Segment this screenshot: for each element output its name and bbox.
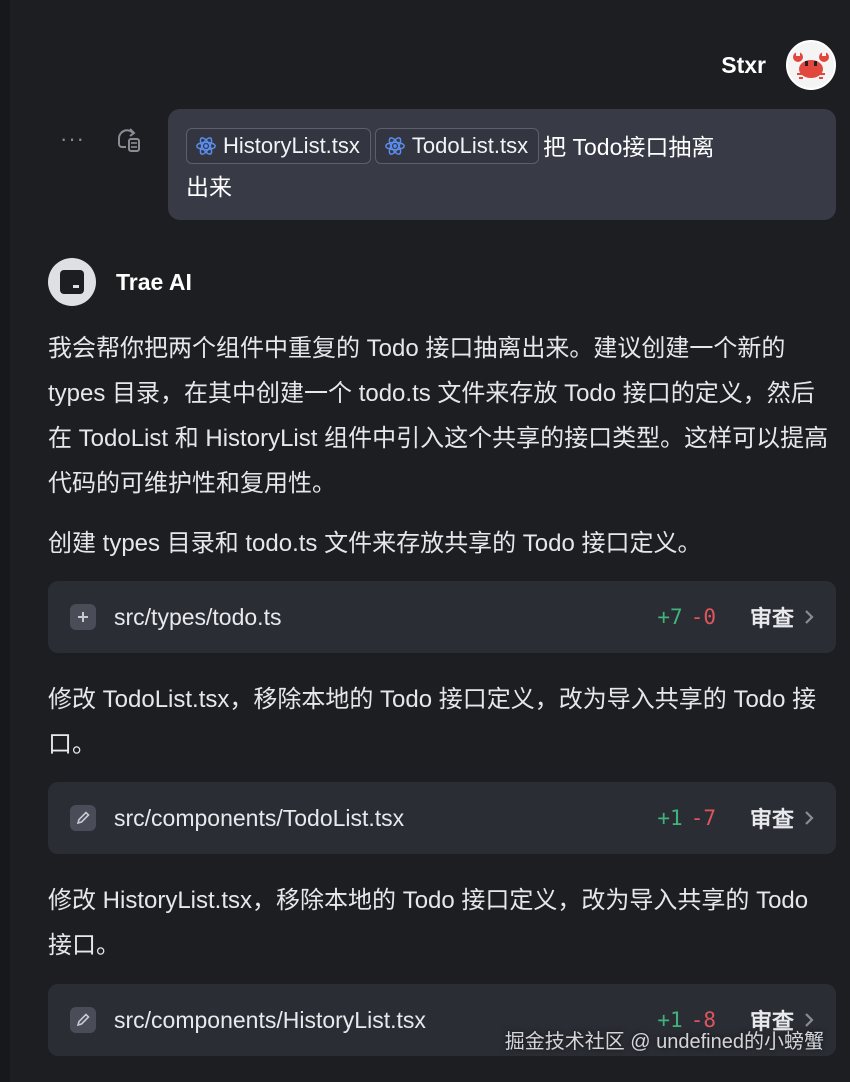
scroll-gutter	[0, 0, 10, 1082]
diff-stats: +1 -7	[657, 806, 716, 830]
message-text-line2: 出来	[186, 174, 232, 200]
plus-icon	[70, 604, 96, 630]
file-path: src/components/TodoList.tsx	[114, 804, 405, 831]
lines-removed: -0	[690, 605, 716, 629]
step-description: 修改 TodoList.tsx，移除本地的 Todo 接口定义，改为导入共享的 …	[48, 686, 817, 758]
file-chip-historylist[interactable]: HistoryList.tsx	[186, 128, 371, 164]
file-chip-label: HistoryList.tsx	[223, 133, 360, 158]
file-chip-todolist[interactable]: TodoList.tsx	[374, 128, 540, 164]
assistant-name: Trae AI	[116, 268, 192, 295]
user-message-bubble: HistoryList.tsx TodoList.tsx 把 Todo接口抽离 …	[168, 109, 836, 220]
chat-panel: Stxr ··· HistoryList.tsx TodoList.tsx 把 …	[0, 0, 850, 1082]
crab-icon	[793, 52, 829, 79]
assistant-header: Trae AI	[48, 258, 192, 306]
trae-logo-icon	[48, 258, 96, 306]
review-label: 审查	[749, 606, 794, 631]
review-button[interactable]: 审查	[750, 802, 816, 834]
message-text-line1: 把 Todo接口抽离	[543, 134, 715, 160]
file-path: src/types/todo.ts	[114, 603, 282, 630]
react-icon	[196, 137, 216, 155]
lines-removed: -7	[690, 806, 716, 830]
file-change-card[interactable]: src/components/TodoList.tsx +1 -7 审查	[48, 782, 836, 854]
react-icon	[385, 137, 405, 155]
user-header: Stxr	[721, 40, 836, 90]
pencil-icon	[70, 805, 96, 831]
diff-stats: +7 -0	[657, 605, 716, 629]
file-chip-label: TodoList.tsx	[411, 133, 529, 158]
step-description: 修改 HistoryList.tsx，移除本地的 Todo 接口定义，改为导入共…	[48, 887, 809, 959]
review-button[interactable]: 审查	[750, 601, 816, 633]
ellipsis-icon[interactable]: ···	[60, 126, 85, 152]
chevron-right-icon	[805, 610, 814, 624]
file-change-card[interactable]: src/types/todo.ts +7 -0 审查	[48, 581, 836, 653]
review-label: 审查	[749, 807, 794, 832]
lines-added: +1	[657, 806, 683, 830]
assistant-intro: 我会帮你把两个组件中重复的 Todo 接口抽离出来。建议创建一个新的 types…	[48, 335, 829, 497]
resend-icon[interactable]	[113, 124, 143, 154]
watermark: 掘金技术社区 @ undefined的小螃蟹	[504, 1031, 824, 1053]
message-actions: ···	[60, 124, 143, 154]
user-avatar[interactable]	[786, 40, 836, 90]
user-name: Stxr	[721, 51, 766, 78]
pencil-icon	[70, 1007, 96, 1033]
lines-added: +7	[657, 605, 683, 629]
step-description: 创建 types 目录和 todo.ts 文件来存放共享的 Todo 接口定义。	[48, 530, 702, 557]
chevron-right-icon	[805, 811, 814, 825]
